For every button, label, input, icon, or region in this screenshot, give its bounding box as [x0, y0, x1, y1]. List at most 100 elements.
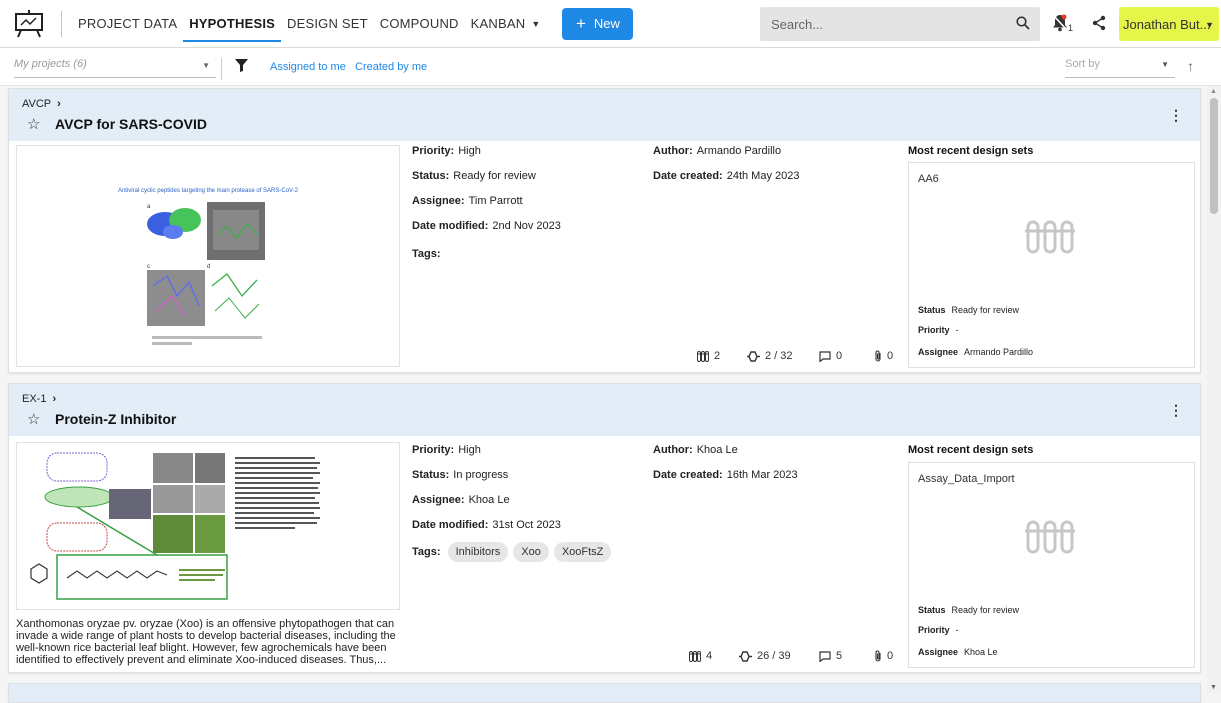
filter-icon[interactable]: [235, 59, 248, 72]
chevron-right-icon: ›: [52, 393, 57, 405]
notification-bell-icon[interactable]: [1052, 14, 1068, 32]
tag-chip[interactable]: Xoo: [513, 542, 549, 562]
assignee-label: Assignee:: [412, 195, 465, 207]
scroll-up-arrow-icon[interactable]: ▲: [1210, 88, 1217, 95]
comments-stat[interactable]: 0: [819, 350, 874, 362]
project-breadcrumb[interactable]: EX-1 ›: [22, 393, 56, 405]
assignee-field: Assignee: Tim Parrott: [412, 195, 523, 207]
author-value: Khoa Le: [696, 444, 738, 456]
status-label: Status:: [412, 469, 450, 481]
design-set-priority-value: -: [955, 325, 959, 335]
comment-icon: [819, 350, 831, 362]
hypothesis-card: EX-1 › ☆ Protein-Z Inhibitor ⋮ Xanthomon…: [8, 383, 1201, 673]
comments-stat[interactable]: 5: [819, 650, 874, 662]
date-created-value: 16th Mar 2023: [726, 469, 798, 481]
nav-tab-label: PROJECT DATA: [78, 16, 178, 31]
comments-count: 0: [836, 350, 843, 362]
nav-tab-kanban[interactable]: KANBAN ▼: [465, 0, 547, 48]
paperclip-icon: [875, 350, 881, 362]
scroll-down-arrow-icon[interactable]: ▼: [1210, 684, 1217, 691]
author-field: Author: Armando Pardillo: [653, 145, 781, 157]
app-logo-icon[interactable]: [9, 9, 49, 39]
projects-select-placeholder: My projects (6): [14, 58, 87, 70]
search-icon[interactable]: [1016, 16, 1030, 30]
star-icon[interactable]: ☆: [27, 410, 40, 428]
design-set-priority-label: Priority: [918, 625, 950, 635]
design-set-name[interactable]: AA6: [918, 173, 939, 185]
search-placeholder: Search...: [771, 16, 824, 32]
author-label: Author:: [653, 145, 693, 157]
tags-label: Tags:: [412, 248, 441, 260]
hypothesis-title[interactable]: AVCP for SARS-COVID: [55, 116, 207, 132]
recent-design-set-card[interactable]: AA6 Status Ready for review Priority - Ass…: [908, 162, 1195, 368]
design-set-assignee-label: Assignee: [918, 347, 959, 357]
share-icon[interactable]: [1092, 15, 1106, 31]
scrollbar-thumb[interactable]: [1210, 98, 1218, 214]
assigned-to-me-filter[interactable]: Assigned to me: [270, 61, 346, 73]
design-set-name[interactable]: Assay_Data_Import: [918, 473, 1015, 485]
test-tubes-icon: [1025, 520, 1075, 554]
project-breadcrumb[interactable]: AVCP ›: [22, 98, 61, 110]
priority-value: High: [458, 145, 481, 157]
nav-tab-label: DESIGN SET: [287, 16, 368, 31]
date-modified-value: 31st Oct 2023: [492, 519, 561, 531]
design-set-status-value: Ready for review: [951, 605, 1020, 615]
date-modified-field: Date modified: 31st Oct 2023: [412, 519, 561, 531]
nav-tab-label: KANBAN: [470, 16, 526, 31]
priority-field: Priority: High: [412, 444, 481, 456]
projects-select[interactable]: My projects (6) ▼: [14, 58, 216, 78]
priority-field: Priority: High: [412, 145, 481, 157]
status-field: Status: In progress: [412, 469, 508, 481]
new-button-label: New: [593, 16, 620, 31]
recent-design-set-card[interactable]: Assay_Data_Import Status Ready for review…: [908, 462, 1195, 668]
user-menu-button[interactable]: Jonathan But... ▼: [1119, 7, 1219, 41]
date-modified-field: Date modified: 2nd Nov 2023: [412, 220, 561, 232]
svg-text:c: c: [147, 264, 150, 270]
more-options-icon[interactable]: ⋮: [1169, 107, 1183, 124]
more-options-icon[interactable]: ⋮: [1169, 402, 1183, 419]
tag-chip[interactable]: Inhibitors: [447, 542, 509, 562]
nav-tab-compound[interactable]: COMPOUND: [374, 0, 465, 48]
card-header: EX-1 › ☆ Protein-Z Inhibitor ⋮: [9, 384, 1200, 436]
compounds-stat[interactable]: 2 / 32: [747, 350, 819, 362]
attachments-count: 0: [887, 650, 894, 662]
date-modified-value: 2nd Nov 2023: [492, 220, 561, 232]
date-created-value: 24th May 2023: [726, 170, 800, 182]
author-label: Author:: [653, 444, 693, 456]
chevron-right-icon: ›: [57, 98, 61, 110]
chevron-down-icon: ▼: [202, 61, 210, 70]
priority-label: Priority:: [412, 145, 455, 157]
design-sets-stat[interactable]: 4: [689, 650, 739, 662]
sort-direction-arrow-icon[interactable]: ↑: [1187, 58, 1194, 74]
created-by-me-filter[interactable]: Created by me: [355, 61, 427, 73]
nav-tab-hypothesis[interactable]: HYPOTHESIS: [183, 0, 281, 48]
molecule-icon: [739, 650, 752, 662]
priority-label: Priority:: [412, 444, 455, 456]
design-sets-stat[interactable]: 2: [697, 350, 747, 362]
search-input[interactable]: Search...: [760, 7, 1040, 41]
author-field: Author: Khoa Le: [653, 444, 738, 456]
svg-text:d: d: [207, 264, 210, 270]
nav-tab-design-set[interactable]: DESIGN SET: [281, 0, 374, 48]
compounds-stat[interactable]: 26 / 39: [739, 650, 819, 662]
attachments-stat[interactable]: 0: [874, 350, 893, 362]
tag-chip[interactable]: XooFtsZ: [553, 542, 612, 562]
date-created-field: Date created: 24th May 2023: [653, 170, 799, 182]
nav-tab-project-data[interactable]: PROJECT DATA: [72, 0, 183, 48]
compounds-count: 2 / 32: [765, 350, 793, 362]
nav-divider: [61, 10, 62, 37]
chevron-down-icon: ▼: [1205, 20, 1214, 30]
design-set-assignee-label: Assignee: [918, 647, 959, 657]
inhibitor-graphical-abstract: [30, 452, 320, 600]
card-header: AVCP › ☆ AVCP for SARS-COVID ⋮: [9, 89, 1200, 141]
new-button[interactable]: + New: [562, 7, 634, 40]
hypothesis-title[interactable]: Protein-Z Inhibitor: [55, 411, 176, 427]
attachments-stat[interactable]: 0: [874, 650, 893, 662]
status-value: In progress: [453, 469, 509, 481]
hypothesis-description: Xanthomonas oryzae pv. oryzae (Xoo) is a…: [16, 618, 396, 666]
test-tubes-icon: [689, 650, 701, 662]
page-scrollbar[interactable]: ▲ ▼: [1207, 86, 1221, 693]
star-icon[interactable]: ☆: [27, 115, 40, 133]
design-set-status-label: Status: [918, 305, 946, 315]
sort-by-select[interactable]: Sort by ▼: [1065, 58, 1175, 78]
